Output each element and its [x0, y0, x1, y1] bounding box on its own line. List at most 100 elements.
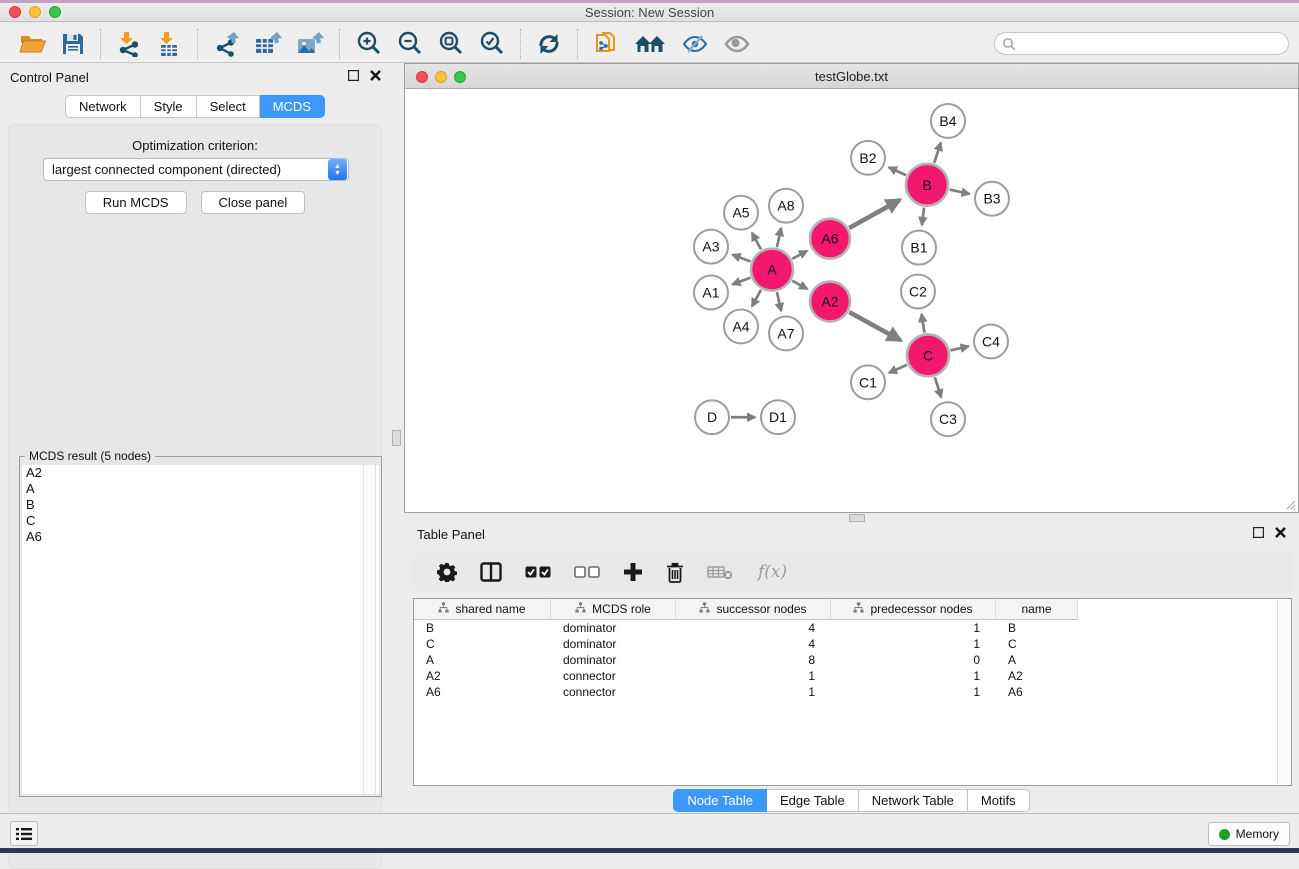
column-header-MCDS-role[interactable]: MCDS role [551, 599, 676, 620]
network-window-titlebar[interactable]: testGlobe.txt [405, 64, 1298, 89]
column-header-successor-nodes[interactable]: successor nodes [676, 599, 831, 620]
node-A8[interactable]: A8 [769, 189, 803, 223]
edge-C-C1[interactable] [889, 365, 907, 373]
mcds-result-item[interactable]: A [22, 481, 379, 497]
node-table[interactable]: shared nameMCDS rolesuccessor nodesprede… [413, 598, 1292, 786]
table-scrollbar[interactable] [1277, 600, 1290, 784]
node-A2[interactable]: A2 [810, 282, 850, 322]
criterion-dropdown[interactable]: largest connected component (directed) ▲… [43, 158, 349, 181]
mcds-list-scrollbar[interactable] [363, 465, 376, 794]
mcds-result-item[interactable]: B [22, 497, 379, 513]
task-history-button[interactable] [10, 821, 38, 846]
duplicate-network-button[interactable] [586, 28, 626, 60]
search-input[interactable] [1016, 35, 1288, 53]
edge-B-B3[interactable] [949, 190, 969, 194]
import-table-button[interactable] [149, 28, 189, 60]
zoom-in-button[interactable] [348, 28, 389, 60]
zoom-selected-button[interactable] [471, 28, 512, 60]
zoom-out-button[interactable] [389, 28, 430, 60]
deselect-all-button[interactable] [568, 557, 606, 587]
edge-C-C3[interactable] [935, 377, 941, 397]
node-A4[interactable]: A4 [724, 309, 758, 343]
node-A6[interactable]: A6 [810, 219, 850, 259]
tab-select[interactable]: Select [197, 95, 260, 118]
node-A1[interactable]: A1 [694, 276, 728, 310]
hide-graphics-details-button[interactable] [674, 28, 716, 60]
refresh-button[interactable] [529, 28, 569, 60]
mcds-result-item[interactable]: A6 [22, 529, 379, 545]
table-settings-button[interactable] [431, 557, 463, 587]
column-header-predecessor-nodes[interactable]: predecessor nodes [831, 599, 996, 620]
node-C4[interactable]: C4 [974, 324, 1008, 358]
add-column-button[interactable] [617, 557, 649, 587]
edge-A6-B[interactable] [849, 200, 900, 228]
edge-A-A2[interactable] [792, 281, 807, 289]
tab-network[interactable]: Network [65, 95, 141, 118]
node-B4[interactable]: B4 [931, 104, 965, 138]
edge-A-A5[interactable] [752, 233, 761, 250]
node-C[interactable]: C [907, 334, 949, 376]
close-table-panel-icon[interactable] [1274, 526, 1287, 539]
node-C1[interactable]: C1 [851, 365, 885, 399]
delete-column-button[interactable] [660, 557, 690, 587]
tab-motifs[interactable]: Motifs [968, 789, 1030, 812]
edge-A2-C[interactable] [849, 312, 900, 340]
edge-A-A4[interactable] [752, 290, 761, 307]
node-A[interactable]: A [751, 249, 793, 291]
node-C3[interactable]: C3 [931, 402, 965, 436]
network-canvas[interactable]: B4B2BB3A8A5A6B1A3AA1C2A2A4A7C4CC1C3DD1 [405, 89, 1298, 512]
search-field[interactable] [994, 32, 1289, 55]
tab-node-table[interactable]: Node Table [673, 789, 767, 812]
splitter-handle[interactable] [392, 430, 401, 446]
edge-A-A7[interactable] [777, 292, 781, 311]
node-D1[interactable]: D1 [761, 400, 795, 434]
show-columns-button[interactable] [474, 557, 508, 587]
tab-style[interactable]: Style [141, 95, 197, 118]
vertical-splitter[interactable] [390, 63, 404, 812]
select-all-button[interactable] [519, 557, 557, 587]
tab-edge-table[interactable]: Edge Table [767, 789, 859, 812]
memory-button[interactable]: Memory [1208, 822, 1290, 846]
close-panel-icon[interactable] [369, 69, 382, 82]
node-C2[interactable]: C2 [901, 275, 935, 309]
column-header-name[interactable]: name [996, 599, 1078, 620]
export-network-button[interactable] [206, 28, 247, 60]
table-row[interactable]: A2connector11A2 [414, 668, 1291, 684]
table-row[interactable]: Cdominator41C [414, 636, 1291, 652]
node-A5[interactable]: A5 [724, 196, 758, 230]
node-D[interactable]: D [695, 400, 729, 434]
edge-A-A3[interactable] [732, 255, 750, 262]
node-A7[interactable]: A7 [769, 316, 803, 350]
edge-A-A1[interactable] [732, 278, 750, 285]
horizontal-splitter-handle[interactable] [849, 514, 865, 522]
edge-B-B2[interactable] [889, 167, 906, 175]
edge-A-A6[interactable] [792, 251, 807, 259]
column-header-shared-name[interactable]: shared name [414, 599, 551, 620]
function-builder-button[interactable]: f(x) [750, 557, 793, 587]
tab-mcds[interactable]: MCDS [260, 95, 325, 118]
delete-table-button[interactable] [701, 557, 739, 587]
edge-B-B4[interactable] [934, 143, 941, 163]
zoom-fit-button[interactable] [430, 28, 471, 60]
home-views-button[interactable] [626, 28, 674, 60]
import-network-button[interactable] [109, 28, 149, 60]
table-row[interactable]: A6connector11A6 [414, 684, 1291, 700]
mcds-result-list[interactable]: A2ABCA6 [22, 465, 379, 794]
float-table-panel-icon[interactable] [1252, 526, 1265, 539]
table-row[interactable]: Adominator80A [414, 652, 1291, 668]
edge-C-C2[interactable] [922, 314, 925, 333]
mcds-result-item[interactable]: A2 [22, 465, 379, 481]
node-A3[interactable]: A3 [694, 230, 728, 264]
resize-grip-icon[interactable] [1284, 498, 1296, 510]
export-image-button[interactable] [289, 28, 331, 60]
edge-C-C4[interactable] [950, 346, 968, 350]
save-session-button[interactable] [54, 28, 92, 60]
node-B1[interactable]: B1 [902, 231, 936, 265]
open-session-button[interactable] [12, 28, 54, 60]
close-panel-button[interactable]: Close panel [201, 191, 306, 214]
float-panel-icon[interactable] [347, 69, 360, 82]
mcds-result-item[interactable]: C [22, 513, 379, 529]
export-table-button[interactable] [247, 28, 289, 60]
node-B3[interactable]: B3 [975, 182, 1009, 216]
node-B[interactable]: B [906, 164, 948, 206]
